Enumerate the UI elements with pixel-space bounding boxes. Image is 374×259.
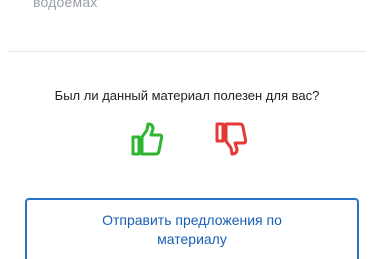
feedback-question: Был ли данный материал полезен для вас? (54, 88, 320, 103)
like-button[interactable] (130, 120, 164, 158)
thumbs-up-icon (131, 122, 164, 156)
send-suggestions-label: Отправить предложения по материалу (102, 212, 282, 247)
thumbs-down-icon (215, 122, 248, 156)
send-suggestions-button[interactable]: Отправить предложения по материалу (25, 198, 359, 259)
previous-section-text: водоемах (33, 0, 98, 10)
page: водоемах Был ли данный материал полезен … (0, 0, 374, 259)
divider (8, 51, 366, 52)
dislike-button[interactable] (214, 120, 248, 158)
